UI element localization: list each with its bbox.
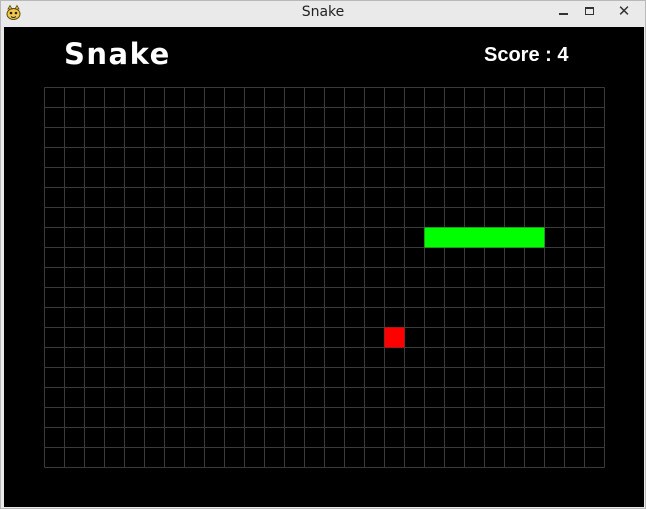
snake-segment [524, 227, 545, 248]
minimize-button[interactable] [550, 1, 576, 21]
close-button[interactable]: ✕ [602, 1, 646, 21]
food-item [384, 327, 405, 348]
snake-segment [504, 227, 525, 248]
game-title: Snake [64, 37, 171, 71]
maximize-icon [584, 7, 594, 15]
snake-segment [464, 227, 485, 248]
score-display: Score : 4 [484, 44, 569, 67]
close-icon: ✕ [617, 2, 631, 20]
game-board [44, 87, 605, 468]
score-value: 4 [557, 44, 569, 66]
game-canvas[interactable]: Snake Score : 4 [4, 27, 644, 507]
snake-segment [484, 227, 505, 248]
minimize-icon [558, 13, 568, 15]
snake-segment [444, 227, 465, 248]
title-bar[interactable]: Snake ✕ [1, 1, 645, 25]
window-title: Snake [301, 4, 345, 20]
snake-segment [424, 227, 445, 248]
game-window: Snake ✕ Snake Score : 4 [0, 0, 646, 509]
score-label: Score : [484, 44, 552, 66]
maximize-button[interactable] [576, 1, 602, 21]
